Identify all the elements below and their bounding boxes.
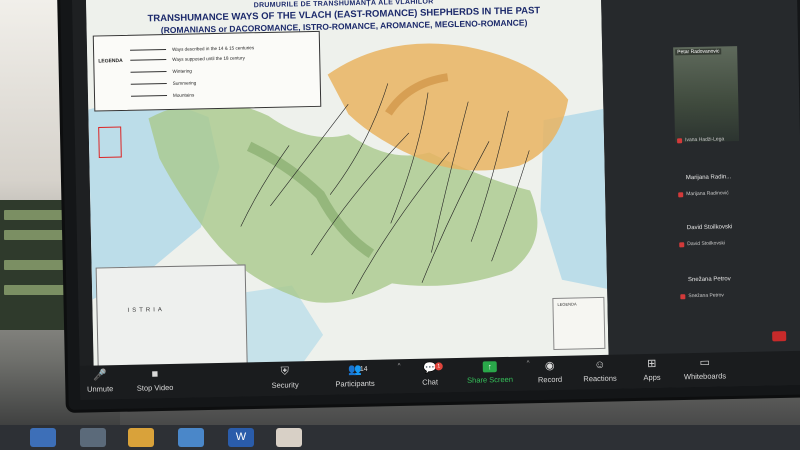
apps-icon: ⊞: [647, 357, 657, 371]
whiteboards-button[interactable]: ▭ Whiteboards: [670, 356, 740, 382]
istria-label: ISTRIA: [127, 307, 165, 314]
legend-item: Ways supposed until the 18 century: [172, 55, 245, 62]
participant-name[interactable]: David Stoilkovski: [687, 224, 732, 231]
participant-subname: Marijana Radinović: [686, 190, 729, 198]
chat-unread-badge: 1: [434, 362, 443, 371]
participant-subname: Ivana Hadži-Lega: [685, 136, 725, 144]
record-icon: ◉: [544, 359, 555, 373]
whiteboard-icon: ▭: [699, 356, 711, 369]
video-camera-icon: ■: [151, 368, 159, 381]
legend-title: LEGENDA: [98, 57, 123, 65]
tile-name: Petar Radovanovic: [675, 48, 722, 56]
word-icon[interactable]: W: [228, 428, 254, 447]
legend-item: Ways described in the 14 & 15 centuries: [172, 45, 255, 52]
microphone-icon: 🎤: [92, 369, 107, 382]
legend-item: Wintering: [172, 68, 192, 74]
map-legend: LEGENDA Ways described in the 14 & 15 ce…: [92, 30, 322, 112]
chrome-icon[interactable]: [128, 428, 154, 447]
participant-name[interactable]: Marijana Radin...: [686, 174, 731, 181]
participants-button[interactable]: 👥 14 Participants: [320, 363, 390, 389]
end-meeting-chip[interactable]: [772, 331, 787, 342]
start-icon[interactable]: [30, 428, 56, 447]
legend-item: Summering: [172, 80, 197, 86]
participant-name[interactable]: Snežana Petrov: [688, 276, 731, 283]
shield-icon: ⛨: [280, 365, 290, 378]
participant-video-tile[interactable]: Petar Radovanovic: [673, 46, 740, 143]
security-button[interactable]: ⛨ Security: [250, 365, 320, 390]
windows-taskbar: W: [0, 425, 800, 450]
participants-count: 14: [359, 365, 368, 374]
folder-icon[interactable]: [276, 428, 302, 447]
file-explorer-icon[interactable]: [80, 428, 106, 447]
participant-subname: David Stoilkovski: [687, 240, 726, 248]
stop-video-button[interactable]: ■ Stop Video: [120, 368, 190, 393]
shared-slide: DRUMURILE DE TRANSHUMANȚĂ ALE VLAHILOR T…: [85, 0, 609, 380]
secondary-legend: LEGENDA: [552, 296, 606, 350]
secondary-legend-title: LEGENDA: [557, 301, 577, 307]
zoom-screen: DRUMURILE DE TRANSHUMANȚĂ ALE VLAHILOR T…: [72, 0, 800, 400]
share-screen-icon: ↑: [482, 361, 497, 373]
legend-item: Mountains: [172, 92, 195, 98]
smiley-icon: ☺: [594, 358, 606, 372]
participant-subname: Snežana Petrov: [688, 292, 724, 300]
zoom-icon[interactable]: [178, 428, 204, 447]
